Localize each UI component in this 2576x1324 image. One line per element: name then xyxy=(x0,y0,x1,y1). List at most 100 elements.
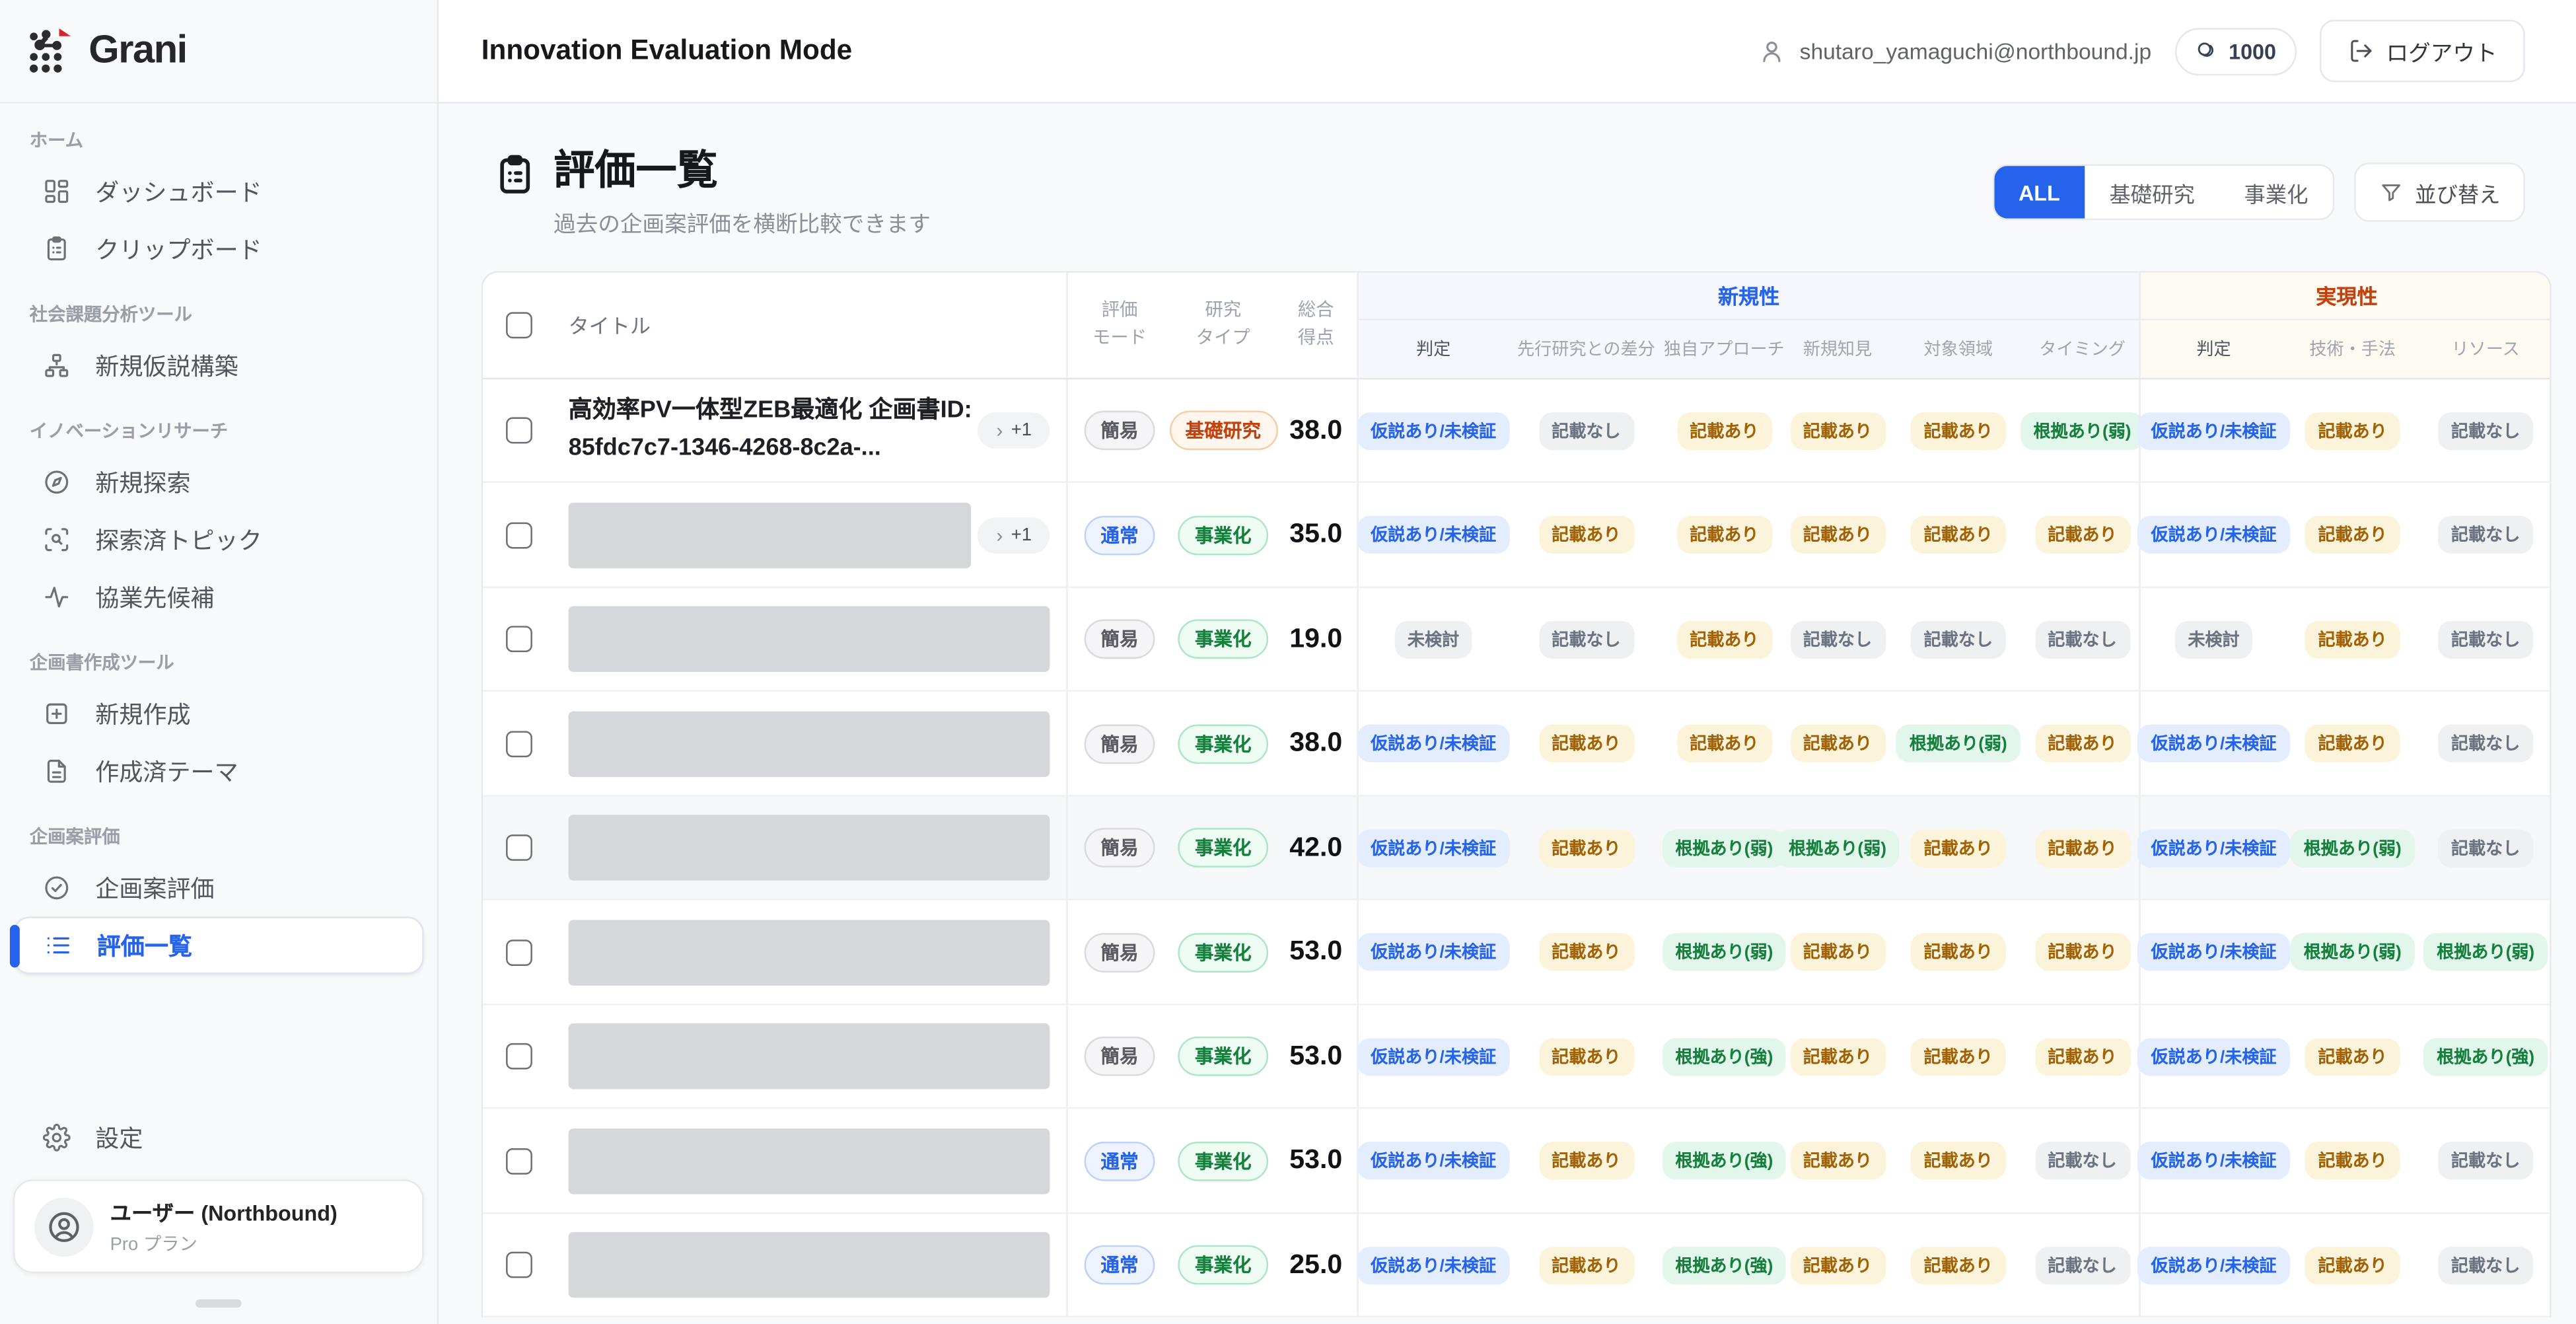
novelty-sub-header: 先行研究との差分 xyxy=(1508,320,1664,377)
novelty-badge: 記載なし xyxy=(1538,412,1633,449)
novelty-badge: 記載あり xyxy=(1676,516,1771,554)
novelty-badge: 記載あり xyxy=(1790,1142,1885,1179)
expand-button[interactable]: ›+1 xyxy=(978,517,1050,553)
sort-button[interactable]: 並び替え xyxy=(2354,163,2525,222)
brand-name: Grani xyxy=(89,28,186,74)
table-body: 高効率PV一体型ZEB最適化 企画書ID:85fdc7c7-1346-4268-… xyxy=(483,379,2550,1318)
table-row: 高効率PV一体型ZEB最適化 企画書ID:85fdc7c7-1346-4268-… xyxy=(483,379,2550,484)
sidebar-item[interactable]: 探索済トピック xyxy=(13,511,424,568)
novelty-badge: 記載あり xyxy=(1676,725,1771,762)
row-checkbox[interactable] xyxy=(506,1148,532,1174)
row-checkbox[interactable] xyxy=(506,1252,532,1278)
sidebar-item-label: 作成済テーマ xyxy=(95,754,238,788)
title-skeleton xyxy=(569,919,1050,984)
row-checkbox[interactable] xyxy=(506,521,532,548)
table-row: 簡易事業化53.0仮説あり/未検証記載あり根拠あり(強)記載あり記載あり記載あり… xyxy=(483,1005,2550,1109)
row-checkbox[interactable] xyxy=(506,418,532,444)
row-checkbox[interactable] xyxy=(506,1043,532,1070)
novelty-badge: 仮説あり/未検証 xyxy=(1357,725,1509,762)
feasibility-badge: 記載あり xyxy=(2305,620,2400,658)
row-checkbox[interactable] xyxy=(506,626,532,652)
clipboard-icon xyxy=(43,235,71,263)
select-all-checkbox[interactable] xyxy=(506,312,532,338)
title-skeleton xyxy=(569,1023,1050,1089)
sidebar-item[interactable]: 協業先候補 xyxy=(13,568,424,626)
sidebar-item[interactable]: 企画案評価 xyxy=(13,859,424,916)
sidebar-item[interactable]: 新規作成 xyxy=(13,685,424,743)
feasibility-badge: 記載あり xyxy=(2305,1246,2400,1284)
chevron-right-icon: › xyxy=(996,421,1003,441)
expand-count: +1 xyxy=(1011,421,1032,441)
app-window: Grani ホームダッシュボードクリップボード社会課題分析ツール新規仮説構築イノ… xyxy=(0,0,2576,1324)
novelty-badge: 記載あり xyxy=(1911,1142,2006,1179)
row-checkbox[interactable] xyxy=(506,834,532,861)
novelty-badge: 記載あり xyxy=(2034,725,2129,762)
title-skeleton xyxy=(569,710,1050,776)
filter-all[interactable]: ALL xyxy=(1994,166,2085,219)
feasibility-badge: 未検討 xyxy=(2174,620,2252,658)
feasibility-group-header: 実現性 xyxy=(2139,272,2551,318)
mode-badge: 通常 xyxy=(1085,515,1155,554)
brand-logo[interactable]: Grani xyxy=(0,0,437,104)
feasibility-badge: 記載なし xyxy=(2438,828,2533,866)
novelty-badge: 記載あり xyxy=(1790,725,1885,762)
logout-button[interactable]: ログアウト xyxy=(2319,20,2525,82)
credits-badge[interactable]: 1000 xyxy=(2174,27,2296,75)
feasibility-badge: 記載あり xyxy=(2305,412,2400,449)
filter-commercialization[interactable]: 事業化 xyxy=(2219,166,2333,219)
sidebar-item[interactable]: 新規探索 xyxy=(13,453,424,511)
type-badge: 基礎研究 xyxy=(1169,411,1277,451)
sidebar-item-label: 新規仮説構築 xyxy=(95,348,238,383)
sort-label: 並び替え xyxy=(2415,176,2500,207)
sidebar-item[interactable]: 新規仮説構築 xyxy=(13,337,424,394)
sidebar-item-label: 設定 xyxy=(95,1121,143,1155)
topic-search-icon xyxy=(43,526,71,554)
novelty-badge: 記載あり xyxy=(1538,516,1633,554)
coins-icon xyxy=(2194,38,2219,63)
feasibility-badge: 記載あり xyxy=(2305,516,2400,554)
main-area: Innovation Evaluation Mode shutaro_yamag… xyxy=(439,0,2576,1324)
brand-red-accent xyxy=(59,28,71,36)
novelty-badge: 仮説あり/未検証 xyxy=(1357,412,1509,449)
novelty-badge: 記載なし xyxy=(1538,620,1633,658)
sidebar-section-label: ホーム xyxy=(30,126,408,149)
sidebar-item-settings[interactable]: 設定 xyxy=(13,1109,424,1166)
sidebar-item-label: 協業先候補 xyxy=(95,580,214,614)
type-badge: 事業化 xyxy=(1178,619,1268,659)
table-row: 簡易事業化19.0未検討記載なし記載あり記載なし記載なし記載なし未検討記載あり記… xyxy=(483,588,2550,692)
novelty-badge: 記載あり xyxy=(1676,620,1771,658)
novelty-badge: 記載あり xyxy=(1790,412,1885,449)
filter-basic-research[interactable]: 基礎研究 xyxy=(2085,166,2219,219)
page-subtitle: 過去の企画案評価を横断比較できます xyxy=(554,205,931,238)
feasibility-badge: 記載あり xyxy=(2305,725,2400,762)
mode-badge: 簡易 xyxy=(1085,1037,1155,1076)
sidebar-item[interactable]: ダッシュボード xyxy=(13,163,424,220)
row-title[interactable]: 高効率PV一体型ZEB最適化 企画書ID:85fdc7c7-1346-4268-… xyxy=(569,392,972,468)
feasibility-badge: 記載あり xyxy=(2305,1142,2400,1179)
sidebar-item[interactable]: 評価一覧 xyxy=(13,916,424,974)
novelty-badge: 記載なし xyxy=(2034,620,2129,658)
type-badge: 事業化 xyxy=(1178,1245,1268,1285)
sidebar-item-label: クリップボード xyxy=(95,232,262,266)
novelty-badge: 記載なし xyxy=(2034,1246,2129,1284)
sidebar-section-label: 社会課題分析ツール xyxy=(30,301,408,324)
user-card[interactable]: ユーザー (Northbound) Pro プラン xyxy=(13,1179,424,1273)
mode-badge: 簡易 xyxy=(1085,411,1155,451)
table-row: 簡易事業化53.0仮説あり/未検証記載あり根拠あり(弱)記載あり記載あり記載あり… xyxy=(483,901,2550,1005)
expand-button[interactable]: › +1 xyxy=(978,412,1050,449)
sidebar-item[interactable]: クリップボード xyxy=(13,220,424,277)
row-checkbox[interactable] xyxy=(506,939,532,965)
score-value: 38.0 xyxy=(1289,727,1342,758)
sidebar-item[interactable]: 作成済テーマ xyxy=(13,743,424,800)
file-text-icon xyxy=(43,757,71,785)
circle-user-icon xyxy=(46,1208,83,1245)
sidebar-drag-handle[interactable] xyxy=(196,1300,242,1307)
grani-logo-icon xyxy=(24,26,74,76)
row-checkbox[interactable] xyxy=(506,730,532,756)
credits-value: 1000 xyxy=(2229,38,2276,63)
sidebar-item-label: 企画案評価 xyxy=(95,871,214,905)
title-skeleton xyxy=(569,1232,1050,1298)
user-plan: Pro プラン xyxy=(110,1230,338,1257)
table-row: 簡易事業化42.0仮説あり/未検証記載あり根拠あり(弱)根拠あり(弱)記載あり記… xyxy=(483,796,2550,901)
title-skeleton xyxy=(569,502,971,568)
